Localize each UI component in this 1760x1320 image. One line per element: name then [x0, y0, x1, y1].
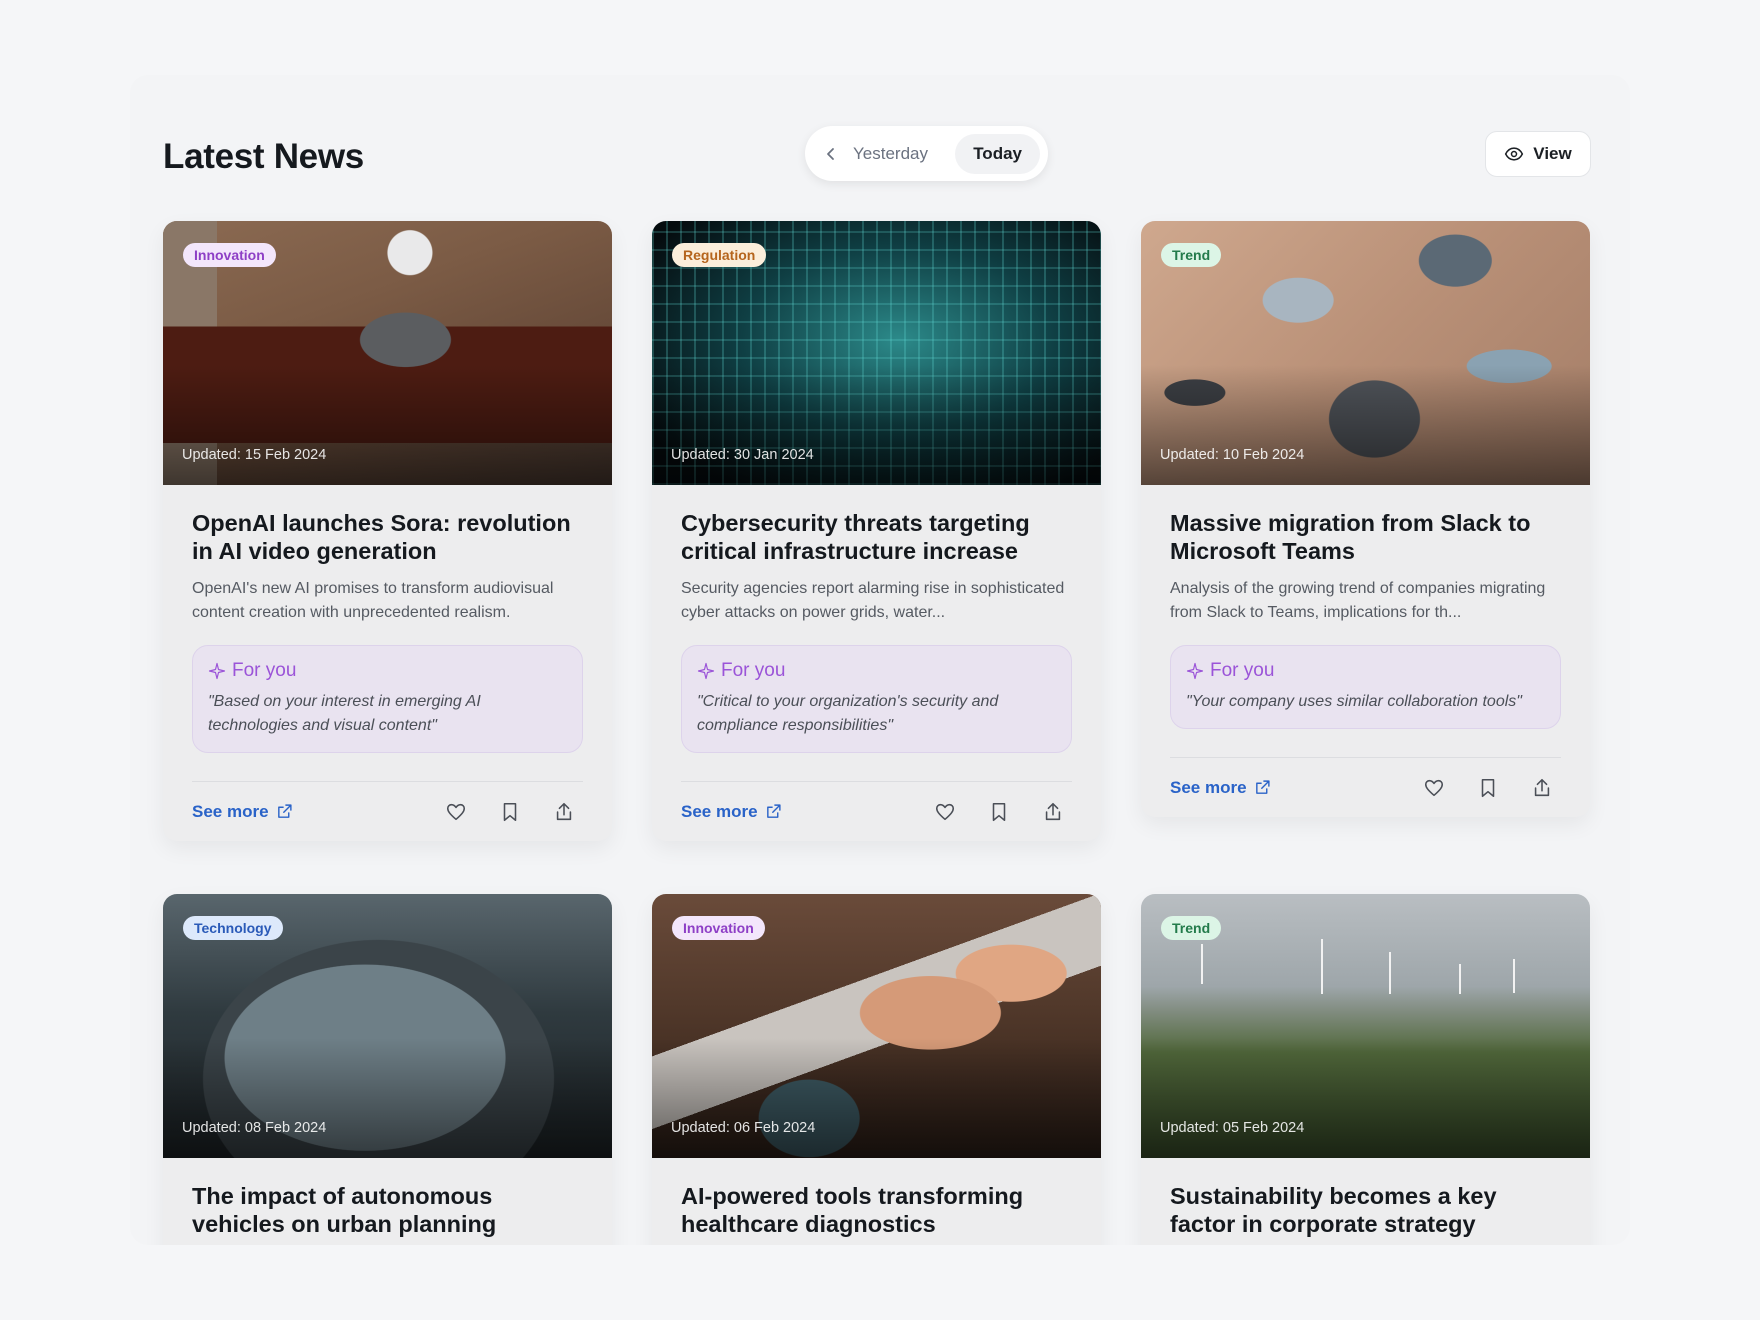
- external-link-icon: [765, 803, 782, 820]
- news-card: Trend Updated: 10 Feb 2024 Massive migra…: [1141, 221, 1590, 817]
- updated-date: Updated: 15 Feb 2024: [182, 447, 327, 463]
- updated-date: Updated: 30 Jan 2024: [671, 447, 814, 463]
- card-actions: See more: [1170, 757, 1561, 817]
- updated-date: Updated: 05 Feb 2024: [1160, 1120, 1305, 1136]
- news-headline[interactable]: OpenAI launches Sora: revolution in AI v…: [192, 509, 583, 565]
- turbine-mast: [1459, 964, 1461, 994]
- turbine-mast: [1321, 939, 1323, 994]
- view-button[interactable]: View: [1485, 131, 1591, 177]
- news-summary: Security agencies report alarming rise i…: [681, 580, 1065, 621]
- category-tag: Regulation: [672, 243, 767, 267]
- updated-date: Updated: 08 Feb 2024: [182, 1120, 327, 1136]
- for-you-box: For you "Based on your interest in emerg…: [192, 645, 583, 753]
- heart-icon[interactable]: [445, 801, 467, 823]
- turbine-mast: [1389, 952, 1391, 994]
- news-summary: Analysis of the growing trend of compani…: [1170, 580, 1546, 621]
- updated-date: Updated: 06 Feb 2024: [671, 1120, 816, 1136]
- page-title: Latest News: [163, 137, 364, 176]
- sparkle-icon: [208, 662, 226, 680]
- share-icon[interactable]: [1042, 801, 1064, 823]
- category-tag: Innovation: [183, 243, 276, 267]
- heart-icon[interactable]: [1423, 777, 1445, 799]
- see-more-link[interactable]: See more: [681, 802, 782, 822]
- share-icon[interactable]: [553, 801, 575, 823]
- card-actions: See more: [681, 781, 1072, 841]
- sparkle-icon: [697, 662, 715, 680]
- yesterday-button[interactable]: Yesterday: [849, 134, 942, 174]
- news-image-team-desk[interactable]: Trend Updated: 10 Feb 2024: [1141, 221, 1590, 485]
- share-icon[interactable]: [1531, 777, 1553, 799]
- see-more-label: See more: [1170, 777, 1247, 797]
- external-link-icon: [276, 803, 293, 820]
- news-card: Innovation Updated: 15 Feb 2024 OpenAI l…: [163, 221, 612, 841]
- heart-icon[interactable]: [934, 801, 956, 823]
- news-image-robot[interactable]: Innovation Updated: 15 Feb 2024: [163, 221, 612, 485]
- bookmark-icon[interactable]: [499, 801, 521, 823]
- sparkle-icon: [1186, 662, 1204, 680]
- chevron-left-icon[interactable]: [825, 147, 839, 161]
- news-image-wind-turbines[interactable]: Trend Updated: 05 Feb 2024: [1141, 894, 1590, 1158]
- see-more-label: See more: [192, 801, 269, 821]
- updated-date: Updated: 10 Feb 2024: [1160, 447, 1305, 463]
- turbine-mast: [1513, 959, 1515, 993]
- news-headline[interactable]: AI-powered tools transforming healthcare…: [681, 1182, 1072, 1238]
- see-more-label: See more: [681, 801, 758, 821]
- news-headline[interactable]: Cybersecurity threats targeting critical…: [681, 509, 1072, 565]
- bookmark-icon[interactable]: [1477, 777, 1499, 799]
- news-card: Technology Updated: 08 Feb 2024 The impa…: [163, 894, 612, 1245]
- news-image-car[interactable]: Technology Updated: 08 Feb 2024: [163, 894, 612, 1158]
- news-panel: Latest News Yesterday Today View Innovat…: [130, 75, 1630, 1245]
- see-more-link[interactable]: See more: [1170, 778, 1271, 798]
- bookmark-icon[interactable]: [988, 801, 1010, 823]
- category-tag: Innovation: [672, 916, 765, 940]
- for-you-reason: "Based on your interest in emerging AI t…: [208, 693, 481, 734]
- category-tag: Technology: [183, 916, 283, 940]
- for-you-label: For you: [1210, 660, 1275, 681]
- for-you-box: For you "Critical to your organization's…: [681, 645, 1072, 753]
- for-you-label: For you: [232, 660, 297, 681]
- for-you-reason: "Your company uses similar collaboration…: [1186, 693, 1522, 710]
- view-button-label: View: [1533, 144, 1572, 163]
- external-link-icon: [1254, 779, 1271, 796]
- news-headline[interactable]: Sustainability becomes a key factor in c…: [1170, 1182, 1561, 1238]
- news-card: Trend Updated: 05 Feb 2024 Sustainabilit…: [1141, 894, 1590, 1245]
- news-image-circuit-board[interactable]: Regulation Updated: 30 Jan 2024: [652, 221, 1101, 485]
- news-headline[interactable]: The impact of autonomous vehicles on urb…: [192, 1182, 583, 1238]
- turbine-mast: [1201, 944, 1203, 984]
- category-tag: Trend: [1161, 916, 1222, 940]
- news-headline[interactable]: Massive migration from Slack to Microsof…: [1170, 509, 1561, 565]
- for-you-reason: "Critical to your organization's securit…: [697, 693, 999, 734]
- day-toggle: Yesterday Today: [805, 126, 1048, 181]
- see-more-link[interactable]: See more: [192, 802, 293, 822]
- today-button[interactable]: Today: [955, 133, 1040, 174]
- for-you-box: For you "Your company uses similar colla…: [1170, 645, 1561, 729]
- news-card: Innovation Updated: 06 Feb 2024 AI-power…: [652, 894, 1101, 1245]
- news-summary: OpenAI's new AI promises to transform au…: [192, 580, 554, 621]
- eye-icon: [1504, 144, 1524, 164]
- category-tag: Trend: [1161, 243, 1222, 267]
- news-image-laptop-stethoscope[interactable]: Innovation Updated: 06 Feb 2024: [652, 894, 1101, 1158]
- for-you-label: For you: [721, 660, 786, 681]
- news-card: Regulation Updated: 30 Jan 2024 Cybersec…: [652, 221, 1101, 841]
- card-actions: See more: [192, 781, 583, 841]
